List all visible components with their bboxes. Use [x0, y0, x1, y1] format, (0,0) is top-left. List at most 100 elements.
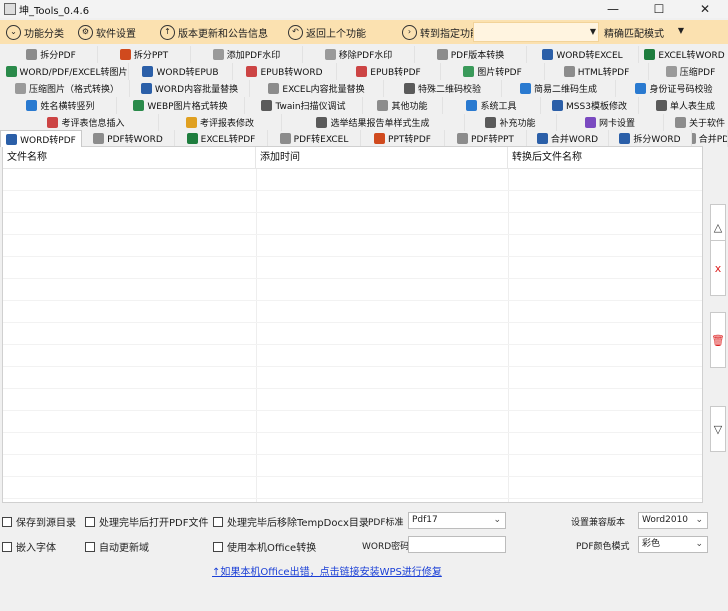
tab-label: 考评报表修改	[199, 119, 254, 129]
function-tab[interactable]: 姓名横转竖列	[5, 97, 117, 114]
function-tab[interactable]: EPUB转WORD	[233, 63, 337, 80]
checkbox-box[interactable]	[2, 516, 12, 527]
checkbox-box[interactable]	[85, 541, 95, 552]
function-tab[interactable]: PDF版本转换	[415, 46, 527, 63]
function-tab[interactable]: 图片转PDF	[441, 63, 545, 80]
function-tab[interactable]: WORD转EPUB	[129, 63, 233, 80]
function-tab[interactable]: 合并PDF	[692, 130, 728, 147]
function-tab[interactable]: WORD转PDF	[0, 130, 82, 147]
file-type-icon	[536, 133, 548, 144]
function-tab[interactable]: 单人表生成	[639, 97, 728, 114]
pdf-color-mode-select[interactable]: 彩色 ⌄	[638, 536, 708, 553]
table-body[interactable]	[3, 169, 702, 502]
row-divider	[3, 344, 702, 345]
row-divider	[3, 366, 702, 367]
function-tab[interactable]: 特殊二维码校验	[384, 80, 502, 97]
word-password-input[interactable]	[408, 536, 506, 553]
embed-fonts-checkbox[interactable]: 嵌入字体	[2, 539, 56, 554]
function-tab[interactable]: PPT转PDF	[361, 130, 445, 147]
tab-label: 拆分WORD	[633, 135, 681, 145]
function-tab[interactable]: 网卡设置	[557, 114, 664, 131]
match-mode-select[interactable]: 精确匹配模式 ▼	[600, 22, 686, 42]
checkbox-box[interactable]	[2, 541, 12, 552]
search-dropdown-icon[interactable]: ▼	[590, 27, 596, 36]
function-tab[interactable]: 简易二维码生成	[502, 80, 616, 97]
toolbar-button[interactable]: ↶ 返回上个功能	[282, 20, 396, 44]
checkbox-box[interactable]	[213, 516, 223, 527]
toolbar-button[interactable]: ⚙ 软件设置	[72, 20, 154, 44]
function-tab[interactable]: EXCEL转PDF	[175, 130, 268, 147]
function-tab[interactable]: WORD内容批量替换	[130, 80, 250, 97]
move-down-button[interactable]: ▽	[710, 406, 726, 452]
function-tab[interactable]: 系统工具	[443, 97, 541, 114]
close-button[interactable]: ✕	[682, 0, 728, 18]
function-tab[interactable]: HTML转PDF	[545, 63, 649, 80]
function-tab[interactable]: PDF转EXCEL	[268, 130, 361, 147]
pdf-standard-label: PDF标准	[368, 518, 404, 528]
compat-version-select[interactable]: Word2010 ⌄	[638, 512, 708, 529]
tab-label: EPUB转PDF	[370, 68, 421, 78]
pdf-standard-select[interactable]: Pdf17 ⌄	[408, 512, 506, 529]
function-tab[interactable]: 考评报表修改	[159, 114, 282, 131]
tab-label: 补充功能	[499, 119, 536, 129]
function-tab[interactable]: EXCEL内容批量替换	[250, 80, 384, 97]
function-tab[interactable]: 选举结果报告单样式生成	[282, 114, 465, 131]
tab-label: MSS3模板修改	[566, 102, 627, 112]
function-tab[interactable]: 合并WORD	[527, 130, 609, 147]
auto-update-fields-checkbox[interactable]: 自动更新域	[85, 539, 149, 554]
remove-item-button[interactable]: x	[710, 240, 726, 296]
function-tab[interactable]: WORD转EXCEL	[527, 46, 639, 63]
toolbar-button[interactable]: ⌄ 功能分类	[0, 20, 72, 44]
save-to-source-checkbox[interactable]: 保存到源目录	[2, 514, 76, 529]
use-local-office-checkbox[interactable]: 使用本机Office转换	[213, 539, 316, 554]
toolbar-button[interactable]: ↑ 版本更新和公告信息	[154, 20, 282, 44]
open-pdf-after-checkbox[interactable]: 处理完毕后打开PDF文件	[85, 514, 208, 529]
install-wps-link[interactable]: ↑如果本机Office出错，点击链接安装WPS进行修复	[212, 563, 442, 578]
tab-label: PPT转PDF	[388, 135, 431, 145]
function-tab[interactable]: Twain扫描仪调试	[245, 97, 363, 114]
window-title: 坤_Tools_0.4.6	[19, 5, 90, 17]
column-header-added-time[interactable]: 添加时间	[256, 147, 508, 169]
tab-label: PDF转WORD	[107, 135, 163, 145]
maximize-button[interactable]: ☐	[636, 0, 682, 18]
remove-tempdocx-checkbox[interactable]: 处理完毕后移除TempDocx目录	[213, 514, 369, 529]
column-header-output-name[interactable]: 转换后文件名称	[508, 147, 702, 169]
column-header-file-name[interactable]: 文件名称	[3, 147, 256, 169]
function-tab[interactable]: 压缩PDF	[649, 63, 728, 80]
function-tab[interactable]: 关于软件	[664, 114, 728, 131]
tab-label: Twain扫描仪调试	[275, 102, 346, 112]
file-list-table[interactable]: 文件名称 添加时间 转换后文件名称	[2, 146, 703, 503]
row-divider	[3, 278, 702, 279]
function-tab[interactable]: 身份证号码校验	[616, 80, 728, 97]
tab-label: 压缩PDF	[679, 68, 716, 78]
function-tab[interactable]: 添加PDF水印	[191, 46, 303, 63]
file-type-icon	[26, 49, 38, 60]
checkbox-box[interactable]	[213, 541, 223, 552]
function-tab[interactable]: 压缩图片（格式转换）	[5, 80, 130, 97]
match-mode-dropdown-icon: ▼	[677, 26, 684, 35]
tab-label: 合并WORD	[550, 135, 599, 145]
function-tab[interactable]: PDF转PPT	[445, 130, 527, 147]
function-tab[interactable]: EXCEL转WORD	[639, 46, 728, 63]
function-tab[interactable]: 移除PDF水印	[303, 46, 415, 63]
row-divider	[3, 454, 702, 455]
clear-list-button[interactable]: 🗑	[710, 312, 726, 368]
function-tab[interactable]: 拆分PDF	[5, 46, 98, 63]
function-tab[interactable]: 补充功能	[465, 114, 557, 131]
checkbox-box[interactable]	[85, 516, 95, 527]
function-tab[interactable]: 拆分WORD	[609, 130, 692, 147]
function-tab[interactable]: WORD/PDF/EXCEL转图片	[5, 63, 129, 80]
function-tab[interactable]: PDF转WORD	[82, 130, 175, 147]
function-tab[interactable]: WEBP图片格式转换	[117, 97, 245, 114]
tab-label: 拆分PPT	[133, 51, 169, 61]
file-type-icon	[212, 49, 224, 60]
function-tab[interactable]: 拆分PPT	[98, 46, 191, 63]
minimize-button[interactable]: —	[590, 0, 636, 18]
function-tab[interactable]: EPUB转PDF	[337, 63, 441, 80]
tab-label: 考评表信息插入	[61, 119, 125, 129]
function-tab[interactable]: 考评表信息插入	[14, 114, 159, 131]
function-tab[interactable]: MSS3模板修改	[541, 97, 639, 114]
function-tab[interactable]: 其他功能	[363, 97, 443, 114]
function-search-input[interactable]: ▼	[473, 22, 599, 42]
row-divider	[3, 190, 702, 191]
